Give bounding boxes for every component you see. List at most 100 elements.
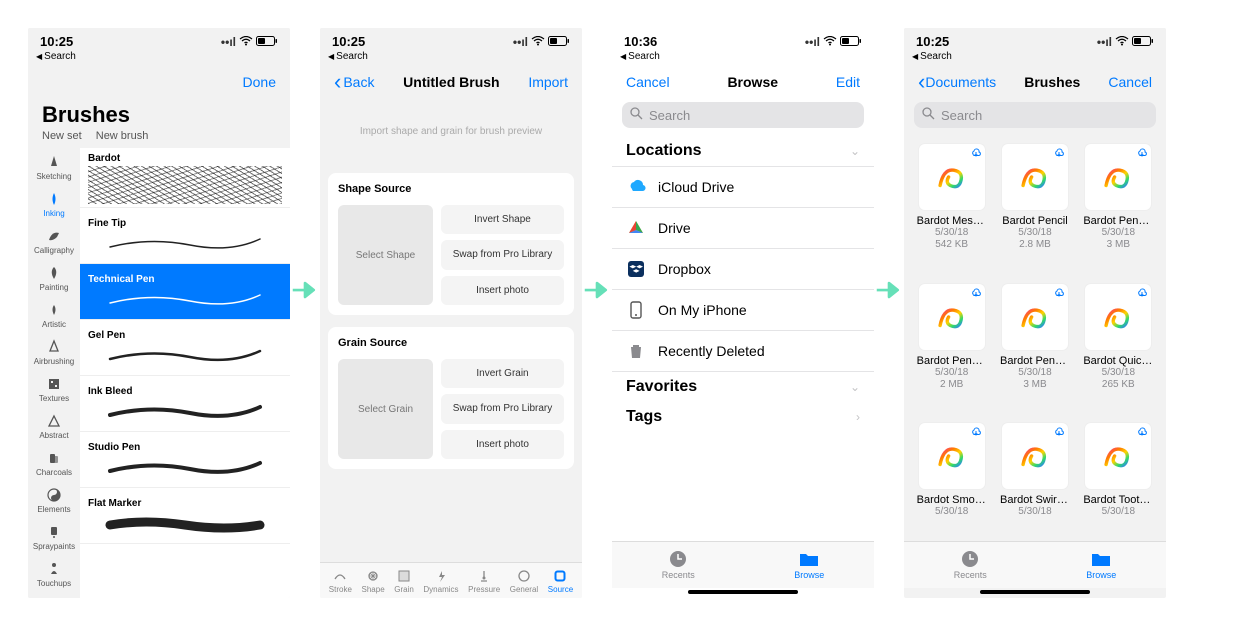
category-calligraphy[interactable]: Calligraphy xyxy=(28,222,80,259)
insert-photo-shape-button[interactable]: Insert photo xyxy=(441,276,564,305)
brush-row[interactable]: Studio Pen xyxy=(80,432,290,488)
brush-row[interactable]: Gel Pen xyxy=(80,320,290,376)
search-input[interactable]: Search xyxy=(914,102,1156,128)
category-label: Sketching xyxy=(36,172,71,181)
file-item[interactable]: Bardot Mes...ibble5/30/18542 KB xyxy=(914,144,989,274)
chevron-down-icon: ⌄ xyxy=(850,380,860,394)
tab-browse[interactable]: Browse xyxy=(794,548,824,580)
select-shape-button[interactable]: Select Shape xyxy=(338,205,433,305)
status-bar: 10:25 ••ıl xyxy=(904,28,1166,51)
file-item[interactable]: Bardot Penc...cher5/30/183 MB xyxy=(1081,144,1156,274)
locations-list: iCloud DriveDriveDropboxOn My iPhoneRece… xyxy=(612,166,874,372)
category-label: Painting xyxy=(40,283,69,292)
file-name: Bardot Penc...ooth xyxy=(917,355,987,367)
cloud-download-icon xyxy=(970,147,982,162)
category-textures[interactable]: Textures xyxy=(28,370,80,407)
brush-row[interactable]: Technical Pen xyxy=(80,264,290,320)
category-artistic[interactable]: Artistic xyxy=(28,296,80,333)
brush-preview xyxy=(88,343,282,367)
category-icon xyxy=(46,302,62,318)
favorites-header[interactable]: Favorites ⌄ xyxy=(612,372,874,402)
brush-row[interactable]: Fine Tip xyxy=(80,208,290,264)
file-item[interactable]: Bardot Penc...xture5/30/183 MB xyxy=(997,284,1072,414)
insert-photo-grain-button[interactable]: Insert photo xyxy=(441,430,564,459)
file-thumbnail xyxy=(1002,284,1068,350)
editor-tab-stroke[interactable]: Stroke xyxy=(329,569,352,594)
editor-tab-dynamics[interactable]: Dynamics xyxy=(423,569,458,594)
file-date: 5/30/18 xyxy=(935,367,968,379)
category-spraypaints[interactable]: Spraypaints xyxy=(28,518,80,555)
tab-browse[interactable]: Browse xyxy=(1086,548,1116,580)
category-painting[interactable]: Painting xyxy=(28,259,80,296)
file-item[interactable]: Bardot Pencil5/30/182.8 MB xyxy=(997,144,1072,274)
swap-pro-shape-button[interactable]: Swap from Pro Library xyxy=(441,240,564,269)
back-documents-button[interactable]: Documents xyxy=(918,74,996,90)
location-row[interactable]: Drive xyxy=(612,208,874,249)
breadcrumb-back[interactable]: Search xyxy=(612,51,874,68)
folder-icon xyxy=(1090,548,1112,568)
category-sketching[interactable]: Sketching xyxy=(28,148,80,185)
location-row[interactable]: On My iPhone xyxy=(612,290,874,331)
new-brush-button[interactable]: New brush xyxy=(96,130,149,142)
editor-tab-general[interactable]: General xyxy=(510,569,538,594)
category-icon xyxy=(46,154,62,170)
tags-header[interactable]: Tags › xyxy=(612,402,874,432)
category-charcoals[interactable]: Charcoals xyxy=(28,444,80,481)
category-retro[interactable]: Retro xyxy=(28,592,80,598)
file-item[interactable]: Bardot Toot...xture5/30/18 xyxy=(1081,423,1156,541)
search-input[interactable]: Search xyxy=(622,102,864,128)
brush-preview xyxy=(88,166,282,204)
edit-button[interactable]: Edit xyxy=(836,74,860,90)
select-grain-button[interactable]: Select Grain xyxy=(338,359,433,459)
search-icon xyxy=(630,107,643,123)
file-thumbnail xyxy=(919,284,985,350)
tab-recents[interactable]: Recents xyxy=(954,548,987,580)
editor-tab-pressure[interactable]: Pressure xyxy=(468,569,500,594)
import-button[interactable]: Import xyxy=(528,74,568,90)
breadcrumb-back[interactable]: Search xyxy=(320,51,582,68)
battery-icon xyxy=(256,35,278,49)
file-item[interactable]: Bardot Swirl...ibble5/30/18 xyxy=(997,423,1072,541)
locations-title: Locations xyxy=(626,142,702,160)
invert-grain-button[interactable]: Invert Grain xyxy=(441,359,564,388)
category-touchups[interactable]: Touchups xyxy=(28,555,80,592)
new-set-button[interactable]: New set xyxy=(42,130,82,142)
location-row[interactable]: Recently Deleted xyxy=(612,331,874,372)
file-size: 2 MB xyxy=(940,379,963,391)
tab-recents[interactable]: Recents xyxy=(662,548,695,580)
file-item[interactable]: Bardot Quic...ibble5/30/18265 KB xyxy=(1081,284,1156,414)
invert-shape-button[interactable]: Invert Shape xyxy=(441,205,564,234)
nav-bar: Done xyxy=(28,68,290,98)
page-title: Brushes xyxy=(42,102,276,128)
file-thumbnail xyxy=(1085,284,1151,350)
swap-pro-grain-button[interactable]: Swap from Pro Library xyxy=(441,394,564,423)
category-elements[interactable]: Elements xyxy=(28,481,80,518)
category-abstract[interactable]: Abstract xyxy=(28,407,80,444)
cloud-download-icon xyxy=(970,287,982,302)
brush-row[interactable]: Bardot xyxy=(80,148,290,208)
breadcrumb-back[interactable]: Search xyxy=(904,51,1166,68)
category-label: Charcoals xyxy=(36,468,72,477)
file-item[interactable]: Bardot Penc...ooth5/30/182 MB xyxy=(914,284,989,414)
brush-row[interactable]: Ink Bleed xyxy=(80,376,290,432)
source-icon xyxy=(553,569,567,583)
locations-header[interactable]: Locations ⌄ xyxy=(612,136,874,166)
file-item[interactable]: Bardot Smo...ader5/30/18 xyxy=(914,423,989,541)
cancel-button[interactable]: Cancel xyxy=(1108,74,1152,90)
header-section: Brushes New set New brush xyxy=(28,98,290,148)
category-airbrushing[interactable]: Airbrushing xyxy=(28,333,80,370)
location-row[interactable]: Dropbox xyxy=(612,249,874,290)
nav-bar: Documents Brushes Cancel xyxy=(904,68,1166,98)
cancel-button[interactable]: Cancel xyxy=(626,74,670,90)
category-inking[interactable]: Inking xyxy=(28,185,80,222)
done-button[interactable]: Done xyxy=(243,74,276,90)
location-row[interactable]: iCloud Drive xyxy=(612,167,874,208)
brush-row[interactable]: Flat Marker xyxy=(80,488,290,544)
wifi-icon xyxy=(531,35,545,49)
editor-tab-shape[interactable]: Shape xyxy=(362,569,385,594)
editor-tab-source[interactable]: Source xyxy=(548,569,573,594)
back-button[interactable]: Back xyxy=(334,74,374,90)
brush-preview xyxy=(88,511,282,535)
breadcrumb-back[interactable]: Search xyxy=(28,51,290,68)
editor-tab-grain[interactable]: Grain xyxy=(394,569,414,594)
